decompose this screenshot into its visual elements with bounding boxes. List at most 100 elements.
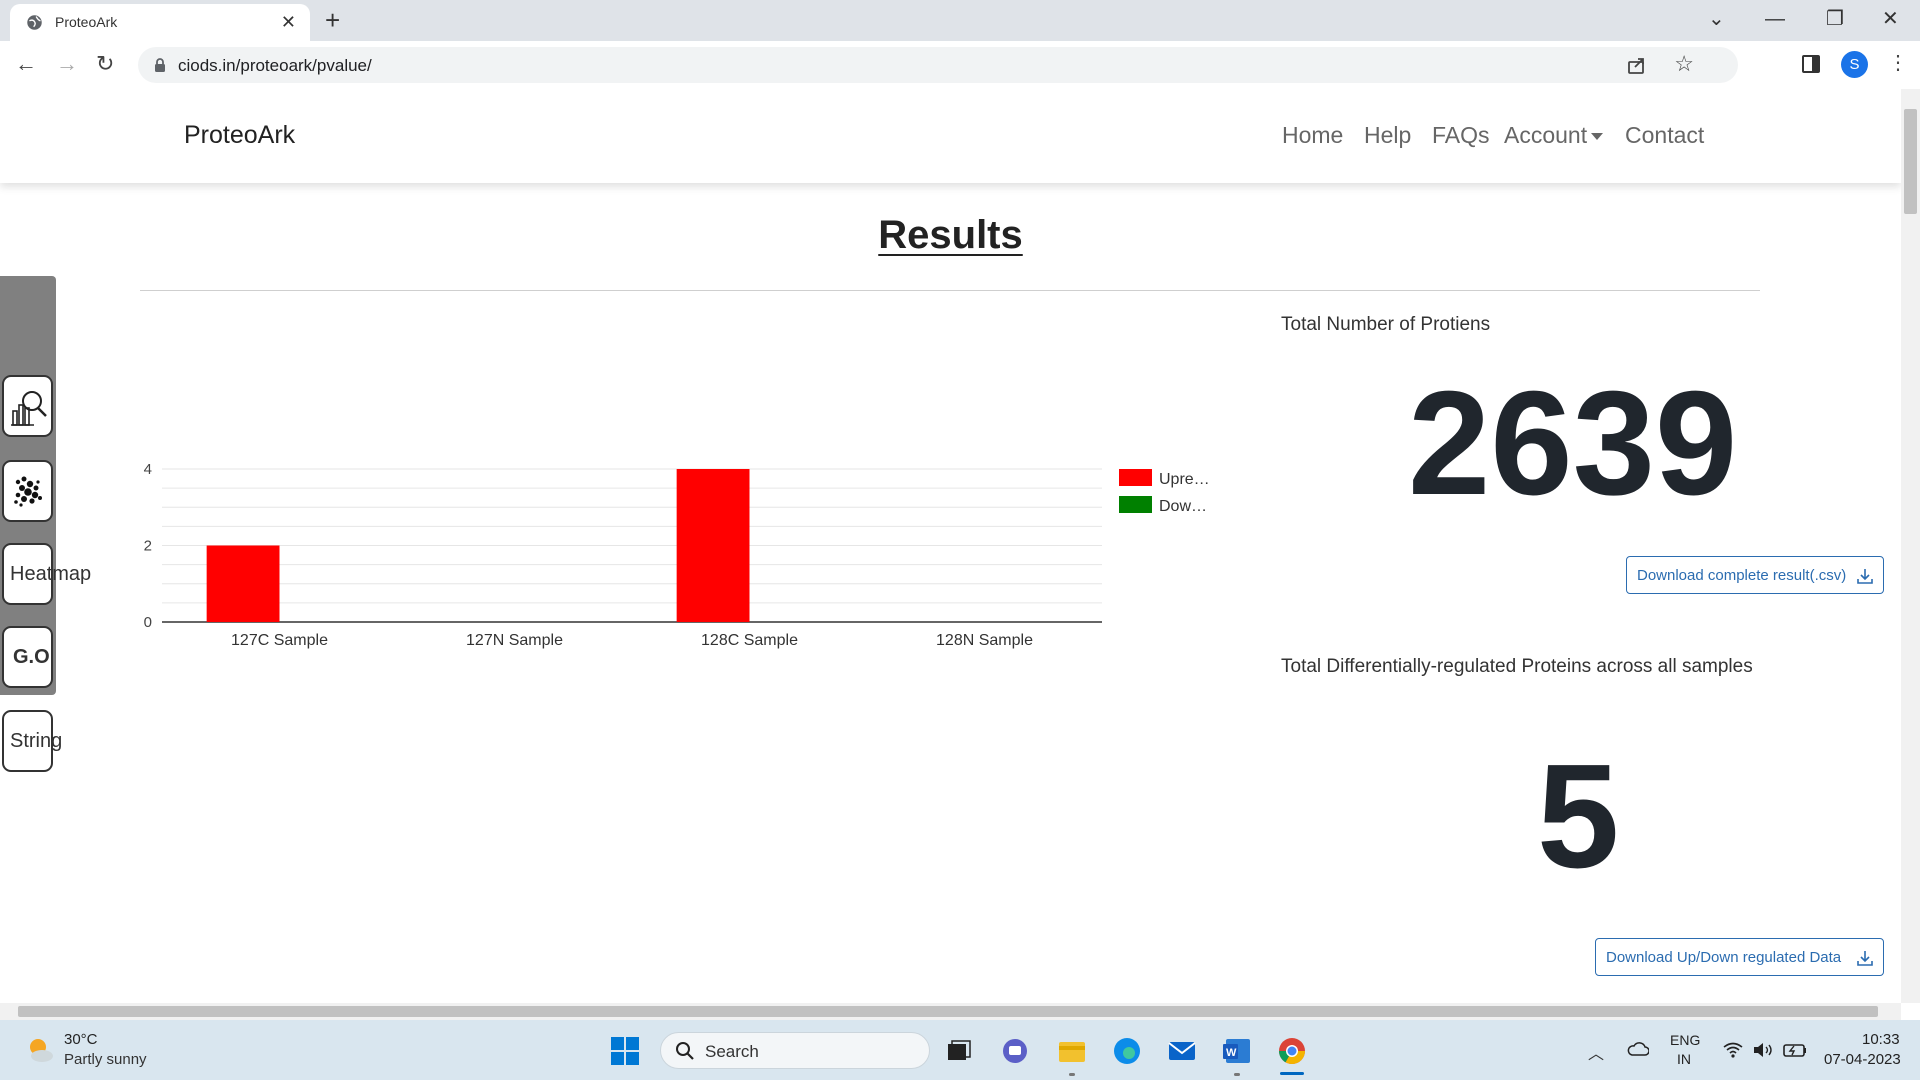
show-hidden-icons-chevron[interactable]: ︿ (1588, 1040, 1604, 1064)
tool-string-button[interactable]: String (2, 710, 62, 772)
download-complete-label: Download complete result(.csv) (1637, 567, 1847, 584)
x-tick-label: 127N Sample (466, 632, 563, 649)
y-tick-label: 2 (144, 538, 152, 555)
tool-heatmap-label: Heatmap (10, 563, 92, 585)
edge-icon[interactable] (1112, 1036, 1142, 1066)
task-view-icon[interactable] (944, 1036, 974, 1066)
bar-up-2 (676, 469, 750, 622)
tool-string-label: String (10, 730, 63, 752)
tool-search-chart-button[interactable] (2, 375, 53, 437)
taskbar-search[interactable]: Search (660, 1032, 930, 1069)
explorer-running-indicator (1069, 1073, 1075, 1076)
page-viewport: ProteoArk Home Help FAQs Account Contact… (0, 89, 1901, 1003)
nav-home[interactable]: Home (1282, 122, 1343, 149)
windows-taskbar: 30°C Partly sunny Search W ︿ ENG IN 10:3… (0, 1020, 1920, 1080)
share-icon[interactable] (1626, 54, 1648, 76)
tab-title: ProteoArk (55, 14, 118, 30)
total-proteins-value: 2639 (1408, 361, 1738, 526)
nav-account-dropdown[interactable]: Account (1504, 122, 1604, 149)
url-text: ciods.in/proteoark/pvalue/ (178, 56, 372, 75)
language-indicator[interactable]: ENG (1670, 1032, 1700, 1048)
wifi-volume-battery-icons[interactable] (1722, 1040, 1812, 1060)
nav-account-label: Account (1504, 122, 1588, 148)
chart-search-icon (11, 391, 47, 426)
page-title-text: Results (878, 213, 1023, 257)
site-navbar: ProteoArk Home Help FAQs Account Contact (0, 89, 1901, 183)
x-tick-label: 128C Sample (701, 632, 798, 649)
new-tab-button[interactable]: + (325, 5, 340, 35)
y-tick-label: 4 (144, 461, 152, 478)
restore-button[interactable]: ❐ (1826, 6, 1844, 32)
legend-swatch-1 (1119, 496, 1152, 513)
legend-label-0: Upre… (1159, 471, 1210, 488)
forward-button[interactable]: → (56, 52, 78, 76)
bookmark-star-icon[interactable]: ☆ (1674, 51, 1694, 77)
mail-icon[interactable] (1167, 1036, 1197, 1066)
search-placeholder: Search (705, 1042, 759, 1061)
search-icon (676, 1042, 694, 1060)
region-indicator[interactable]: IN (1677, 1051, 1691, 1067)
title-divider (140, 290, 1760, 291)
onedrive-cloud-icon[interactable] (1627, 1041, 1649, 1057)
x-tick-label: 128N Sample (936, 632, 1033, 649)
windows-start-icon[interactable] (610, 1036, 640, 1066)
tool-sidebar: Heatmap G.O String (0, 276, 91, 772)
download-icon (1857, 569, 1873, 584)
chrome-active-indicator (1280, 1072, 1304, 1075)
address-toolbar: ← → ↻ ciods.in/proteoark/pvalue/ ☆ S ⋮ (0, 41, 1920, 90)
teams-chat-icon[interactable] (1000, 1036, 1030, 1066)
download-updown-label: Download Up/Down regulated Data (1606, 949, 1842, 966)
partly-sunny-icon[interactable] (24, 1034, 56, 1066)
legend-swatch-0 (1119, 469, 1152, 486)
browser-tab-strip: ProteoArk ✕ + ⌄ — ❐ ✕ (0, 0, 1920, 41)
bar-chart: 0 2 4 127C Sample 127N Sample 128C Sample 128N… (144, 461, 1210, 649)
total-proteins-label: Total Number of Protiens (1281, 314, 1491, 335)
vertical-scroll-thumb[interactable] (1904, 109, 1917, 214)
weather-temperature: 30°C (64, 1031, 98, 1048)
close-window-button[interactable]: ✕ (1882, 6, 1899, 32)
bar-up-0 (206, 545, 280, 622)
tool-heatmap-button[interactable]: Heatmap (2, 543, 91, 605)
scatter-dots-icon (14, 476, 42, 507)
side-panel-icon[interactable] (1802, 55, 1820, 73)
download-complete-button[interactable]: Download complete result(.csv) (1626, 556, 1884, 594)
page-title: Results (0, 213, 1901, 258)
reload-button[interactable]: ↻ (96, 52, 114, 76)
caret-down-icon (1591, 133, 1604, 141)
horizontal-scrollbar[interactable] (0, 1003, 1901, 1020)
diff-proteins-label: Total Differentially-regulated Proteins … (1281, 656, 1753, 677)
clock-date[interactable]: 07-04-2023 (1824, 1051, 1901, 1068)
lock-icon (155, 58, 165, 72)
tool-go-button[interactable]: G.O (2, 626, 53, 688)
word-icon[interactable]: W (1222, 1036, 1252, 1066)
globe-icon (27, 15, 42, 30)
nav-contact[interactable]: Contact (1625, 122, 1704, 149)
nav-help[interactable]: Help (1364, 122, 1411, 149)
address-bar[interactable]: ciods.in/proteoark/pvalue/ ☆ (138, 47, 1738, 83)
diff-proteins-value: 5 (1537, 734, 1620, 899)
close-tab-icon[interactable]: ✕ (281, 12, 296, 32)
download-updown-button[interactable]: Download Up/Down regulated Data (1595, 938, 1884, 976)
x-tick-label: 127C Sample (231, 632, 328, 649)
clock-time[interactable]: 10:33 (1862, 1031, 1900, 1048)
browser-tab[interactable]: ProteoArk ✕ (10, 4, 310, 41)
tool-scatter-button[interactable] (2, 460, 53, 522)
nav-faqs[interactable]: FAQs (1432, 122, 1490, 149)
y-tick-label: 0 (144, 614, 152, 631)
tab-search-chevron-icon[interactable]: ⌄ (1708, 6, 1725, 32)
legend-label-1: Dow… (1159, 498, 1207, 515)
profile-avatar[interactable]: S (1841, 51, 1868, 78)
browser-menu-icon[interactable]: ⋮ (1888, 50, 1908, 76)
vertical-scrollbar[interactable] (1901, 89, 1920, 1003)
svg-text:W: W (1226, 1047, 1237, 1059)
site-brand[interactable]: ProteoArk (184, 121, 295, 150)
word-running-indicator (1234, 1073, 1240, 1076)
horizontal-scroll-thumb[interactable] (18, 1006, 1878, 1017)
chrome-icon[interactable] (1277, 1036, 1307, 1066)
weather-description: Partly sunny (64, 1051, 147, 1068)
file-explorer-icon[interactable] (1057, 1036, 1087, 1066)
back-button[interactable]: ← (15, 52, 37, 76)
minimize-button[interactable]: — (1765, 6, 1785, 32)
download-icon (1857, 951, 1873, 966)
tool-go-label: G.O (13, 646, 50, 668)
